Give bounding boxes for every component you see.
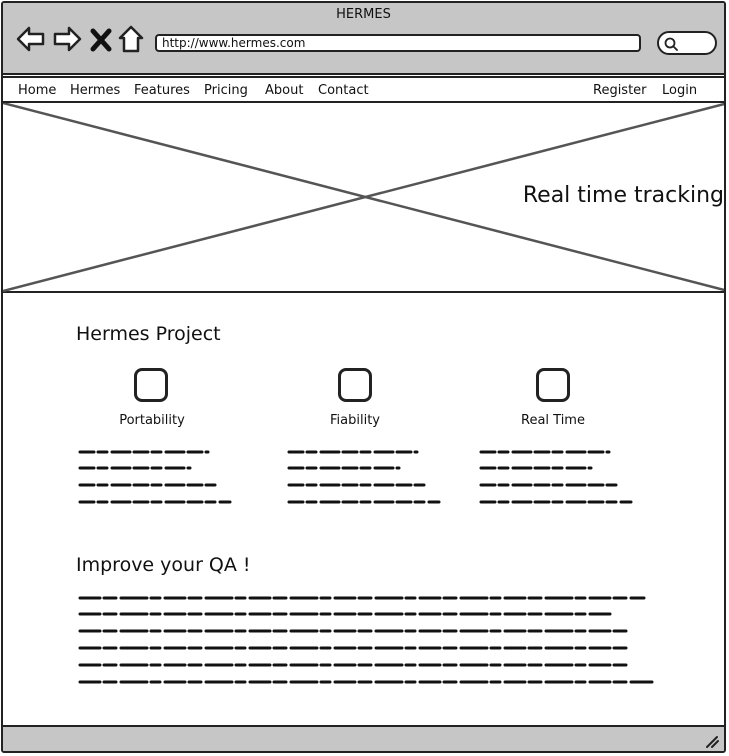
nav-pricing[interactable]: Pricing (204, 83, 248, 98)
url-text: http://www.hermes.com (162, 36, 306, 50)
window-title: HERMES (336, 7, 391, 22)
browser-window: HERMES http://www.hermes.com Home Hermes… (1, 1, 726, 753)
feature-label-portability: Portability (119, 413, 185, 428)
status-bar (3, 725, 724, 751)
search-box[interactable] (657, 31, 717, 55)
search-icon (664, 37, 678, 51)
placeholder-text-qa (78, 596, 654, 684)
forward-arrow-icon[interactable] (51, 23, 83, 55)
nav-register[interactable]: Register (593, 83, 647, 98)
back-arrow-icon[interactable] (15, 23, 47, 55)
hero-headline: Real time tracking (522, 183, 724, 208)
nav-home[interactable]: Home (18, 83, 56, 98)
portability-icon (134, 368, 168, 402)
nav-contact[interactable]: Contact (318, 83, 369, 98)
nav-hermes[interactable]: Hermes (70, 83, 120, 98)
nav-login[interactable]: Login (662, 83, 697, 98)
section-title-qa: Improve your QA ! (76, 554, 251, 576)
browser-chrome: HERMES http://www.hermes.com (3, 3, 724, 75)
placeholder-text-portability (78, 450, 232, 504)
placeholder-text-fiability (287, 450, 441, 504)
url-bar[interactable]: http://www.hermes.com (155, 34, 641, 52)
fiability-icon (338, 368, 372, 402)
resize-grip-icon[interactable] (704, 734, 720, 748)
nav-about[interactable]: About (265, 83, 303, 98)
nav-features[interactable]: Features (134, 83, 190, 98)
home-icon[interactable] (117, 23, 145, 55)
real-time-icon (536, 368, 570, 402)
placeholder-text-real-time (479, 450, 633, 504)
hero-banner: Real time tracking (3, 103, 724, 293)
section-title-project: Hermes Project (76, 323, 221, 345)
feature-label-fiability: Fiability (330, 413, 380, 428)
close-icon[interactable] (89, 23, 113, 55)
nav-menu: Home Hermes Features Pricing About Conta… (3, 76, 724, 103)
feature-label-real-time: Real Time (521, 413, 585, 428)
